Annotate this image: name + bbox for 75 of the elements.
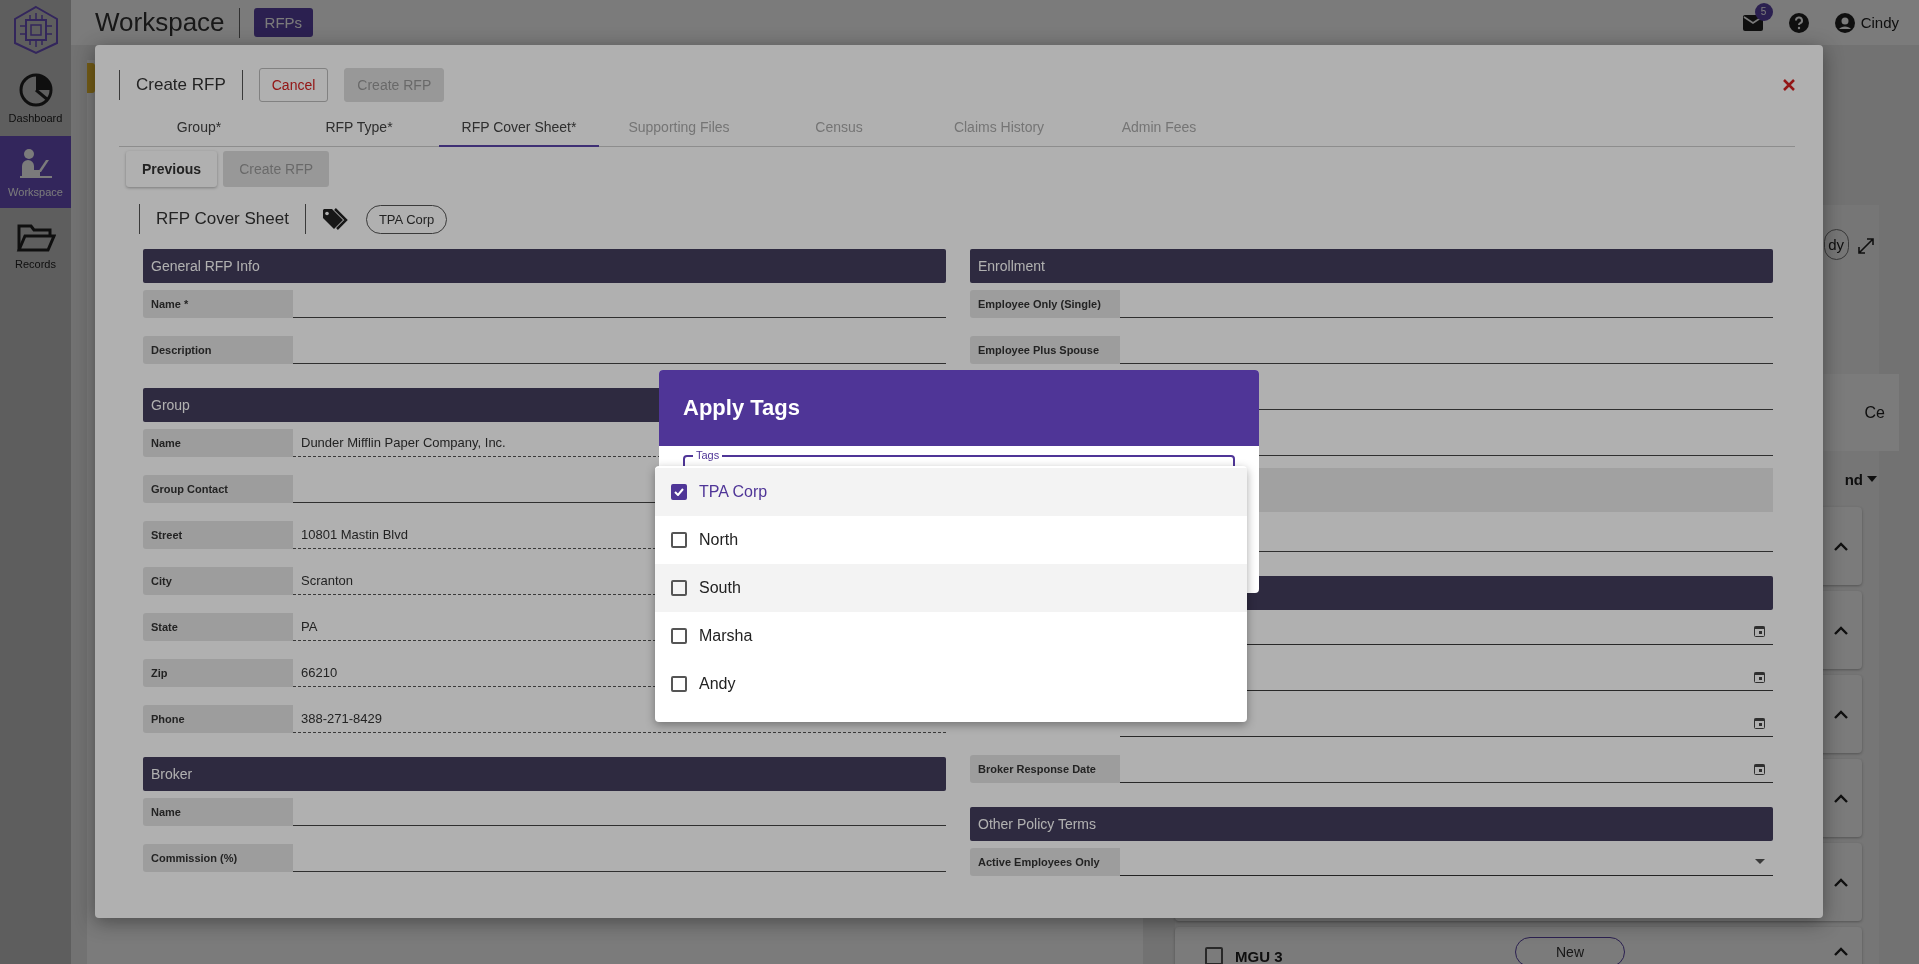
field-label: Zip xyxy=(143,659,293,687)
chevron-up-icon[interactable] xyxy=(1834,877,1848,887)
chevron-up-icon[interactable] xyxy=(1834,793,1848,803)
chevron-up-icon[interactable] xyxy=(1834,625,1848,635)
option-label: South xyxy=(699,579,741,597)
chevron-up-icon[interactable] xyxy=(1834,541,1848,551)
checkbox[interactable] xyxy=(671,484,687,500)
sort-menu[interactable]: nd xyxy=(1844,470,1863,488)
option-label: North xyxy=(699,531,739,549)
section-title: RFP Cover Sheet xyxy=(156,209,289,229)
calendar-icon[interactable] xyxy=(1754,716,1765,729)
checkbox[interactable] xyxy=(671,580,687,596)
field-label: Name * xyxy=(143,290,293,318)
calendar-icon[interactable] xyxy=(1754,670,1765,683)
close-icon[interactable] xyxy=(1783,79,1795,91)
page-title: Workspace xyxy=(95,7,225,38)
calendar-icon[interactable] xyxy=(1754,762,1765,775)
field-value: PA xyxy=(301,619,318,634)
previous-button[interactable]: Previous xyxy=(126,151,218,187)
field-label: Commission (%) xyxy=(143,844,293,872)
folder-icon xyxy=(15,222,56,254)
check-icon xyxy=(674,488,684,496)
field-label: Group Contact xyxy=(143,475,293,503)
field-label: Employee Plus Spouse xyxy=(970,336,1120,364)
checkbox[interactable] xyxy=(671,532,687,548)
pie-chart-icon xyxy=(17,72,54,108)
tab[interactable]: Group* xyxy=(119,111,279,147)
checkbox[interactable] xyxy=(671,628,687,644)
field-label: Employee Only (Single) xyxy=(970,290,1120,318)
field-label: Name xyxy=(143,429,293,457)
calendar-icon[interactable] xyxy=(1754,624,1765,637)
field-value: 66210 xyxy=(301,665,338,680)
caret-down-icon[interactable] xyxy=(1755,859,1765,864)
user-name[interactable]: Cindy xyxy=(1860,14,1899,31)
section-header: General RFP Info xyxy=(143,249,946,283)
dialog-title: Create RFP xyxy=(136,75,226,95)
field-label: Broker Response Date xyxy=(970,755,1120,783)
field-label: Active Employees Only xyxy=(970,848,1120,876)
help-icon[interactable] xyxy=(1788,12,1809,33)
tags-icon[interactable] xyxy=(321,208,350,230)
nav-item[interactable]: Workspace xyxy=(0,136,71,208)
field-label: Name xyxy=(143,798,293,826)
menu-option[interactable]: South xyxy=(655,564,1247,612)
breadcrumb-chip[interactable]: RFPs xyxy=(253,8,314,37)
dialog-header: Apply Tags xyxy=(659,370,1259,446)
card-title: MGU 3 xyxy=(1235,947,1283,964)
checkbox[interactable] xyxy=(1205,947,1223,964)
option-label: TPA Corp xyxy=(699,483,768,501)
checkbox[interactable] xyxy=(671,676,687,692)
field-value: 388-271-8429 xyxy=(301,711,382,726)
field-label: Description xyxy=(143,336,293,364)
chevron-up-icon[interactable] xyxy=(1834,947,1848,956)
panel-tab[interactable]: Ce xyxy=(1864,403,1885,422)
section-header: Enrollment xyxy=(970,249,1773,283)
field-label: City xyxy=(143,567,293,595)
field-value: Scranton xyxy=(301,573,354,588)
section-header: Broker xyxy=(143,757,946,791)
menu-option[interactable]: TPA Corp xyxy=(655,468,1247,516)
chevron-up-icon[interactable] xyxy=(1834,709,1848,719)
caret-down-icon xyxy=(1867,476,1877,482)
user-avatar-icon[interactable] xyxy=(1834,12,1855,33)
tab[interactable]: RFP Type* xyxy=(279,111,439,147)
new-button[interactable]: New xyxy=(1515,937,1625,964)
mail-icon[interactable] xyxy=(1742,14,1763,31)
cancel-button[interactable]: Cancel xyxy=(258,68,329,102)
notification-badge: 5 xyxy=(1754,2,1773,21)
field-label: State xyxy=(143,613,293,641)
field-label: Street xyxy=(143,521,293,549)
field-value: Dunder Mifflin Paper Company, Inc. xyxy=(301,435,506,450)
field-value: 10801 Mastin Blvd xyxy=(301,527,408,542)
field-label: Tags xyxy=(693,449,723,461)
expand-icon[interactable] xyxy=(1857,237,1875,255)
field-label: Phone xyxy=(143,705,293,733)
tab[interactable]: RFP Cover Sheet* xyxy=(439,111,599,147)
section-header: Other Policy Terms xyxy=(970,807,1773,841)
